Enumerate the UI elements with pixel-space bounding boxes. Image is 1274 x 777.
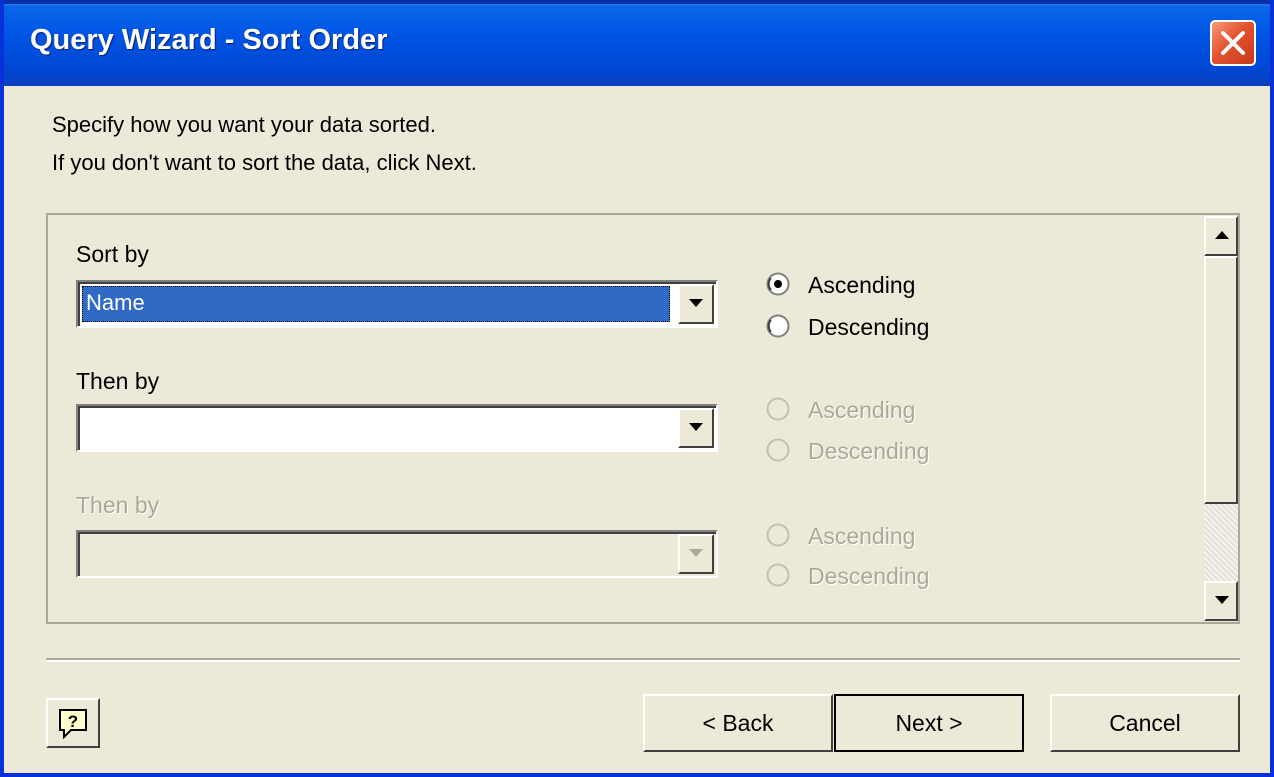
then-by-label-1: Then by	[76, 368, 160, 394]
title-bar-edge	[4, 0, 1270, 4]
help-icon: ?	[59, 709, 87, 739]
window-title: Query Wizard - Sort Order	[30, 24, 388, 56]
sort-by-dropdown-button[interactable]	[678, 284, 714, 324]
then-by-1-descending-radio	[766, 438, 790, 462]
scroll-down-button[interactable]	[1204, 581, 1238, 621]
then-by-2-descending-label: Descending	[808, 563, 930, 589]
then-by-label-2: Then by	[76, 492, 160, 518]
instruction-line-2: If you don't want to sort the data, clic…	[52, 150, 477, 175]
scroll-thumb[interactable]	[1204, 256, 1238, 504]
sort-by-ascending-radio[interactable]	[766, 272, 790, 296]
then-by-dropdown-2-button	[678, 534, 714, 574]
close-button[interactable]	[1210, 20, 1256, 66]
sort-by-descending-label[interactable]: Descending	[808, 314, 929, 341]
then-by-2-ascending-label: Ascending	[808, 523, 916, 549]
panel-scrollbar[interactable]	[1204, 216, 1238, 621]
back-button[interactable]: < Back	[643, 694, 833, 752]
then-by-dropdown-2	[76, 530, 718, 578]
svg-text:?: ?	[68, 712, 78, 731]
instruction-line-1: Specify how you want your data sorted.	[52, 112, 436, 137]
close-icon	[1221, 31, 1245, 55]
cancel-button[interactable]: Cancel	[1050, 694, 1240, 752]
sort-by-dropdown[interactable]: Name	[76, 280, 718, 328]
chevron-down-icon	[689, 549, 703, 557]
chevron-down-icon	[689, 423, 703, 431]
chevron-down-icon	[689, 299, 703, 307]
then-by-value-1	[82, 410, 670, 446]
help-button[interactable]: ?	[46, 698, 100, 748]
sort-by-ascending-label[interactable]: Ascending	[808, 272, 915, 299]
then-by-1-ascending-label: Ascending	[808, 397, 916, 423]
then-by-1-ascending-radio	[766, 397, 790, 421]
then-by-1-descending-label: Descending	[808, 438, 930, 464]
then-by-value-2	[82, 536, 670, 572]
sort-by-descending-radio[interactable]	[766, 314, 790, 338]
button-separator	[46, 658, 1240, 662]
then-by-2-descending-radio	[766, 563, 790, 587]
next-button[interactable]: Next >	[834, 694, 1024, 752]
then-by-2-ascending-radio	[766, 523, 790, 547]
arrow-down-icon	[1215, 596, 1229, 604]
then-by-dropdown-1-button[interactable]	[678, 408, 714, 448]
scroll-up-button[interactable]	[1204, 216, 1238, 256]
sort-by-label: Sort by	[76, 241, 149, 267]
sort-by-value: Name	[82, 286, 670, 322]
title-bar[interactable]: Query Wizard - Sort Order	[4, 0, 1270, 86]
arrow-up-icon	[1215, 231, 1229, 239]
then-by-dropdown-1[interactable]	[76, 404, 718, 452]
